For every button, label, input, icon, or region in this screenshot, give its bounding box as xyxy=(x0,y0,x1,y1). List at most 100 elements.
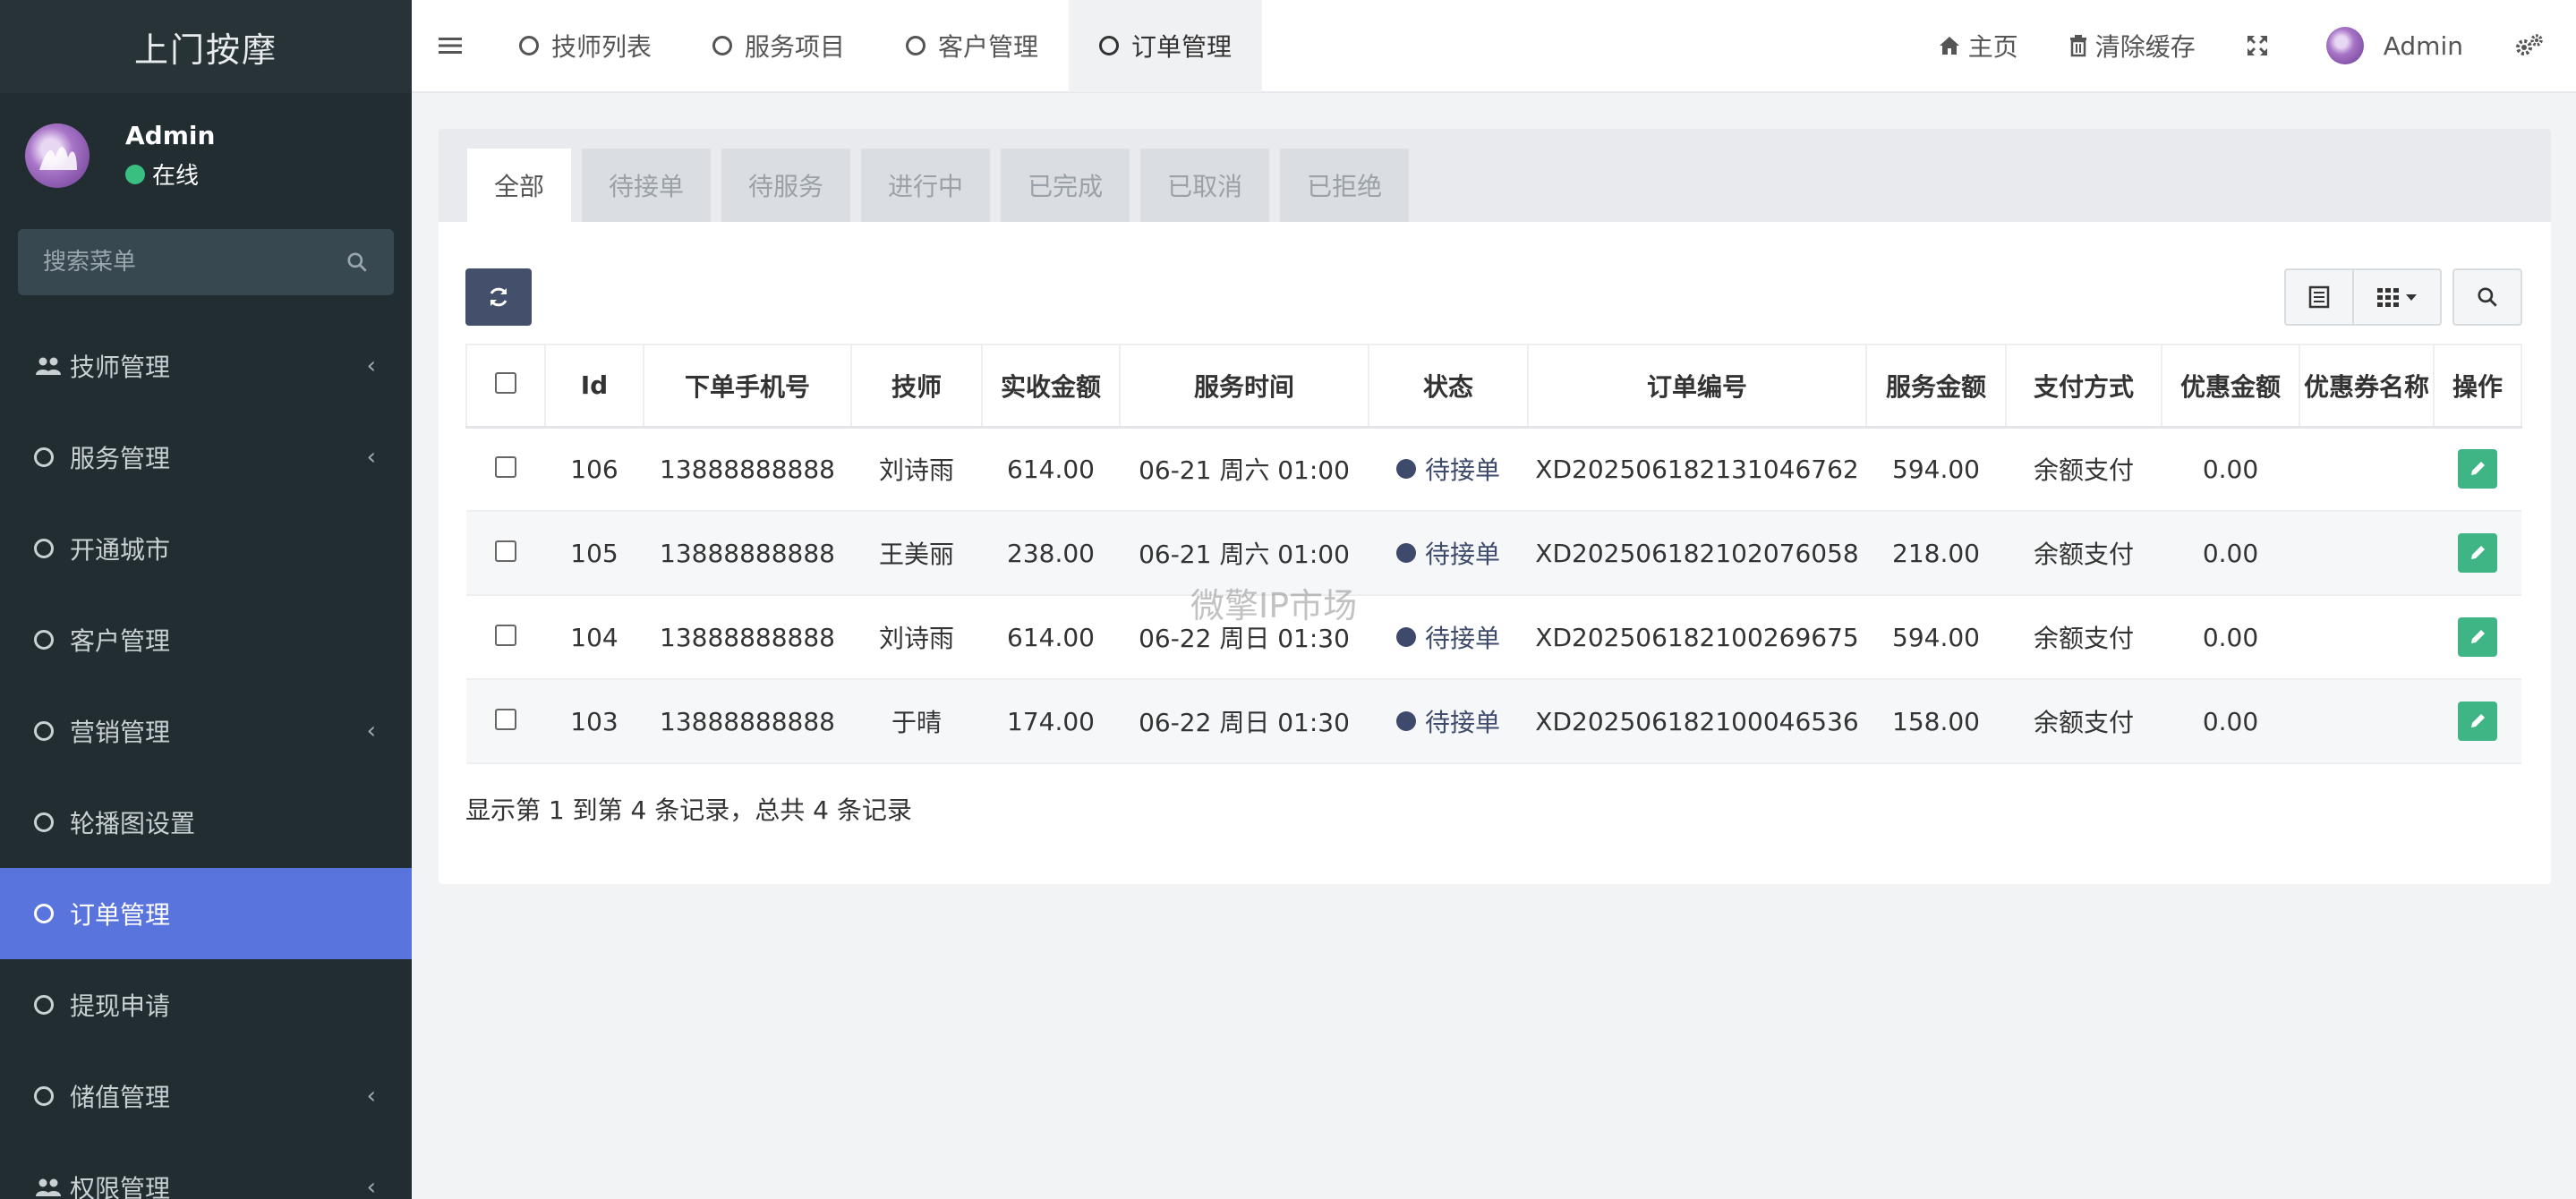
pencil-icon xyxy=(2471,714,2485,727)
cell-service-time: 06-22 周日 01:30 xyxy=(1120,678,1369,764)
column-header[interactable]: 支付方式 xyxy=(2005,344,2162,429)
avatar xyxy=(25,123,90,188)
status-tab-cancelled[interactable]: 已取消 xyxy=(1140,149,1270,222)
row-checkbox[interactable] xyxy=(495,708,516,730)
column-header[interactable]: 优惠金额 xyxy=(2161,344,2300,429)
cell-status: 待接单 xyxy=(1369,510,1528,596)
tab-order-management[interactable]: 订单管理 xyxy=(1069,0,1263,92)
chevron-left-icon: ‹ xyxy=(366,1083,376,1110)
circle-icon xyxy=(34,721,54,741)
column-header[interactable]: 服务金额 xyxy=(1865,344,2007,429)
cell-status: 待接单 xyxy=(1369,678,1528,764)
status-tab-in-progress[interactable]: 进行中 xyxy=(861,149,991,222)
chevron-left-icon: ‹ xyxy=(366,1174,376,1199)
cell-id: 106 xyxy=(545,426,644,512)
users-icon xyxy=(36,357,61,375)
cell-order-no: XD202506182100046536 xyxy=(1528,678,1866,764)
sidebar-item-marketing[interactable]: 营销管理 ‹ xyxy=(0,685,412,777)
sidebar-item-label: 服务管理 xyxy=(70,444,171,473)
cell-service-time: 06-22 周日 01:30 xyxy=(1120,594,1369,680)
toggle-view-button[interactable] xyxy=(2284,268,2354,326)
orders-panel: 全部 待接单 待服务 进行中 已完成 已取消 已拒绝 Id 下单手机号 技师 实… xyxy=(439,129,2551,884)
status-dot-icon xyxy=(1395,459,1416,480)
sidebar-item-deposits[interactable]: 储值管理 ‹ xyxy=(0,1050,412,1142)
sidebar-item-label: 订单管理 xyxy=(70,900,171,930)
column-header[interactable]: 服务时间 xyxy=(1119,344,1369,429)
pencil-icon xyxy=(2471,546,2485,559)
edit-button[interactable] xyxy=(2458,533,2497,573)
column-header[interactable]: 下单手机号 xyxy=(643,344,852,429)
sidebar-item-label: 客户管理 xyxy=(70,626,171,656)
fullscreen-button[interactable] xyxy=(2221,34,2301,57)
sidebar-item-cities[interactable]: 开通城市 xyxy=(0,503,412,594)
cell-actions xyxy=(2434,426,2521,512)
table-row: 104 13888888888 刘诗雨 614.00 06-22 周日 01:3… xyxy=(466,594,2521,680)
fullscreen-icon xyxy=(2247,36,2267,55)
column-header[interactable]: 实收金额 xyxy=(981,344,1121,429)
edit-button[interactable] xyxy=(2458,449,2497,489)
status-tab-pending-service[interactable]: 待服务 xyxy=(721,149,851,222)
cell-phone: 13888888888 xyxy=(644,678,851,764)
tab-customer-management[interactable]: 客户管理 xyxy=(875,0,1069,92)
cell-order-no: XD202506182100269675 xyxy=(1528,594,1866,680)
tab-service-items[interactable]: 服务项目 xyxy=(682,0,875,92)
cell-payment-method: 余额支付 xyxy=(2006,426,2162,512)
circle-icon xyxy=(906,36,926,55)
chevron-left-icon: ‹ xyxy=(366,718,376,744)
cell-service-amount: 594.00 xyxy=(1866,594,2006,680)
table-toolbar xyxy=(439,222,2551,340)
clear-cache-button[interactable]: 清除缓存 xyxy=(2043,28,2221,64)
home-link[interactable]: 主页 xyxy=(1913,28,2043,64)
cell-service-amount: 218.00 xyxy=(1866,510,2006,596)
column-header[interactable]: Id xyxy=(544,344,644,429)
pencil-icon xyxy=(2471,630,2485,643)
clear-cache-label: 清除缓存 xyxy=(2094,32,2196,62)
pencil-icon xyxy=(2471,462,2485,476)
circle-icon xyxy=(519,36,539,55)
chevron-left-icon: ‹ xyxy=(366,353,376,379)
tab-technician-list[interactable]: 技师列表 xyxy=(489,0,682,92)
edit-button[interactable] xyxy=(2458,702,2497,741)
column-header[interactable]: 状态 xyxy=(1368,344,1529,429)
search-icon[interactable] xyxy=(345,251,369,274)
menu-toggle-button[interactable] xyxy=(412,36,489,55)
pagination-info: 显示第 1 到第 4 条记录，总共 4 条记录 xyxy=(465,795,912,825)
top-nav: 技师列表 服务项目 客户管理 订单管理 主页 清除缓存 Admin xyxy=(412,0,2576,93)
columns-dropdown-button[interactable] xyxy=(2354,268,2442,326)
cell-technician: 王美丽 xyxy=(851,510,982,596)
row-checkbox[interactable] xyxy=(495,624,516,646)
user-menu[interactable]: Admin xyxy=(2301,27,2488,64)
column-header[interactable]: 技师 xyxy=(850,344,983,429)
sidebar-item-orders[interactable]: 订单管理 xyxy=(0,868,412,959)
sidebar-item-services[interactable]: 服务管理 ‹ xyxy=(0,412,412,503)
sidebar-item-banners[interactable]: 轮播图设置 xyxy=(0,777,412,868)
column-header[interactable]: 订单编号 xyxy=(1527,344,1867,429)
cell-payment-method: 余额支付 xyxy=(2006,594,2162,680)
edit-button[interactable] xyxy=(2458,617,2497,657)
table-header-row: Id 下单手机号 技师 实收金额 服务时间 状态 订单编号 服务金额 支付方式 … xyxy=(465,344,2522,429)
select-all-checkbox[interactable] xyxy=(495,372,516,395)
status-tab-completed[interactable]: 已完成 xyxy=(1001,149,1130,222)
row-checkbox[interactable] xyxy=(495,540,516,562)
status-tab-pending-accept[interactable]: 待接单 xyxy=(582,149,712,222)
refresh-button[interactable] xyxy=(465,268,532,326)
status-tab-rejected[interactable]: 已拒绝 xyxy=(1280,149,1410,222)
circle-icon xyxy=(34,995,54,1015)
sidebar-item-customers[interactable]: 客户管理 xyxy=(0,594,412,685)
sidebar-item-withdrawals[interactable]: 提现申请 xyxy=(0,959,412,1050)
status-tab-all[interactable]: 全部 xyxy=(467,149,572,222)
tab-label: 客户管理 xyxy=(938,32,1039,62)
cell-discount: 0.00 xyxy=(2162,678,2299,764)
settings-button[interactable] xyxy=(2488,33,2576,58)
column-header[interactable]: 优惠券名称 xyxy=(2299,344,2435,429)
row-checkbox[interactable] xyxy=(495,455,516,478)
sidebar-item-permissions[interactable]: 权限管理 ‹ xyxy=(0,1142,412,1199)
gears-icon xyxy=(2516,34,2543,55)
users-icon xyxy=(36,1178,61,1196)
sidebar-item-technicians[interactable]: 技师管理 ‹ xyxy=(0,320,412,412)
cell-phone: 13888888888 xyxy=(644,594,851,680)
sidebar-item-label: 权限管理 xyxy=(70,1174,171,1199)
menu-search-input[interactable] xyxy=(43,249,311,276)
table-search-button[interactable] xyxy=(2452,268,2522,326)
cell-order-no: XD202506182131046762 xyxy=(1528,426,1866,512)
